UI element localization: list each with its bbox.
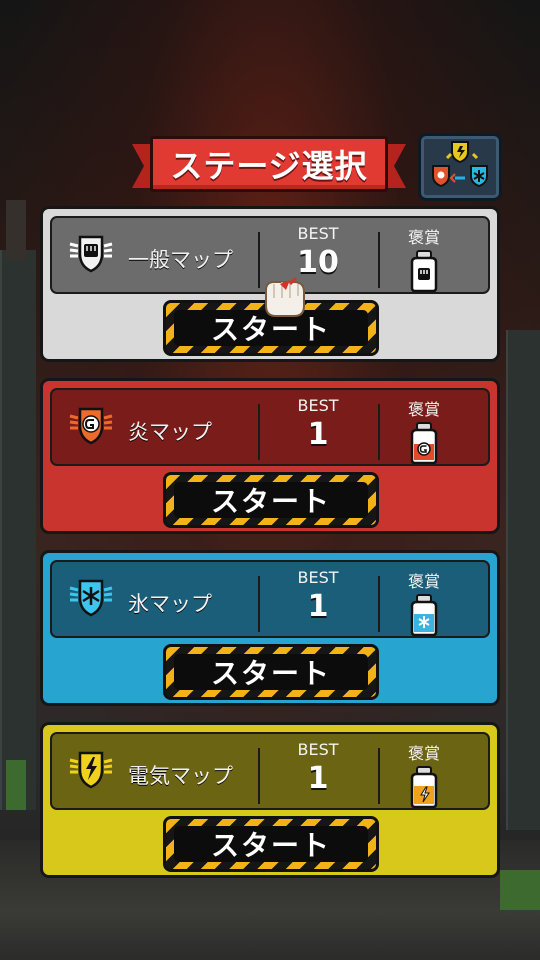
divider <box>258 404 260 460</box>
start-button-ice[interactable]: スタート <box>163 644 379 700</box>
best-label: BEST <box>297 740 339 759</box>
grass-patch <box>500 870 540 910</box>
grass-patch <box>6 760 26 810</box>
stage-name: 一般マップ <box>128 248 233 272</box>
background-building <box>0 250 36 810</box>
stage-card-ice: 氷マップ BEST 1 褒賞 スタート <box>40 550 500 706</box>
stage-name: 電気マップ <box>128 764 233 788</box>
divider <box>378 404 380 460</box>
lightning-emblem-icon <box>69 751 113 789</box>
lightning-bottle-icon <box>410 766 438 808</box>
reward-label: 褒賞 <box>407 572 440 591</box>
reward-label: 褒賞 <box>407 228 440 247</box>
start-button-electric[interactable]: スタート <box>163 816 379 872</box>
divider <box>378 576 380 632</box>
best-score: 1 <box>307 417 329 452</box>
divider <box>258 576 260 632</box>
start-button-face: スタート <box>174 826 368 862</box>
ice-bottle-icon <box>410 594 438 636</box>
stage-info-panel: 氷マップ BEST 1 褒賞 <box>50 560 490 638</box>
tutorial-pointer-fist-icon <box>265 276 305 317</box>
page-title: ステージ選択 <box>170 147 368 185</box>
start-button-face: スタート <box>174 654 368 690</box>
divider <box>378 232 380 288</box>
start-label: スタート <box>210 657 331 690</box>
start-button-face: スタート <box>174 482 368 518</box>
stage-name: 炎マップ <box>128 420 212 444</box>
stage-card-electric: 電気マップ BEST 1 褒賞 スタート <box>40 722 500 878</box>
element-switch-button[interactable] <box>418 133 502 201</box>
best-label: BEST <box>297 224 339 243</box>
start-label: スタート <box>210 829 331 862</box>
background-building <box>6 200 26 260</box>
stage-name: 氷マップ <box>128 592 212 616</box>
best-label: BEST <box>297 396 339 415</box>
divider <box>258 748 260 804</box>
fist-bottle-icon <box>410 250 438 292</box>
fire-bottle-icon <box>410 422 438 464</box>
fire-emblem-icon <box>69 407 113 445</box>
best-score: 1 <box>307 589 329 624</box>
divider <box>378 748 380 804</box>
fist-emblem-icon <box>69 235 113 273</box>
stage-info-panel: 電気マップ BEST 1 褒賞 <box>50 732 490 810</box>
stage-info-panel: 炎マップ BEST 1 褒賞 <box>50 388 490 466</box>
stage-card-fire: 炎マップ BEST 1 褒賞 スタート <box>40 378 500 534</box>
banner-body: ステージ選択 <box>150 136 388 192</box>
ice-emblem-icon <box>69 579 113 617</box>
start-button-fire[interactable]: スタート <box>163 472 379 528</box>
reward-label: 褒賞 <box>407 744 440 763</box>
best-label: BEST <box>297 568 339 587</box>
background-building <box>506 330 540 830</box>
title-banner: ステージ選択 <box>132 134 406 192</box>
element-cycle-icon <box>432 141 488 188</box>
best-score: 1 <box>307 761 329 796</box>
start-label: スタート <box>210 485 331 518</box>
reward-label: 褒賞 <box>407 400 440 419</box>
